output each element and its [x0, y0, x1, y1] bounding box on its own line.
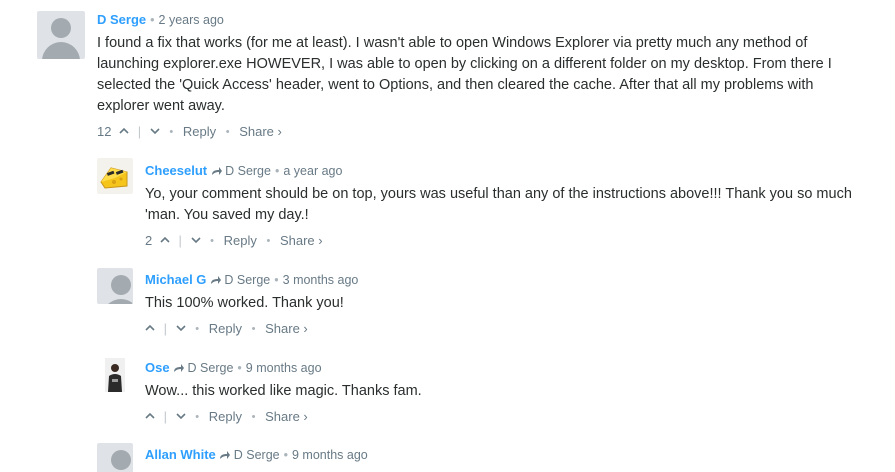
vote-divider: | — [178, 232, 182, 248]
reply-button[interactable]: Reply — [183, 123, 216, 141]
vote-divider: | — [163, 320, 168, 336]
comment-footer: | • Reply • Share › — [145, 407, 857, 425]
comment-footer: | • Reply • Share › — [145, 319, 857, 337]
timestamp[interactable]: 2 years ago — [159, 13, 224, 27]
separator-dot: • — [251, 410, 256, 423]
chevron-down-icon[interactable] — [150, 123, 160, 141]
reply-arrow-icon — [211, 164, 222, 178]
share-button[interactable]: Share › — [265, 320, 308, 338]
comment-header: Michael G D Serge • 3 months ago — [145, 272, 857, 288]
timestamp[interactable]: a year ago — [283, 164, 342, 178]
comment-text: Wow... this worked like magic. Thanks fa… — [145, 383, 422, 399]
avatar[interactable] — [37, 11, 85, 59]
timestamp[interactable]: 9 months ago — [292, 448, 368, 462]
separator-dot: • — [169, 125, 174, 138]
timestamp[interactable]: 9 months ago — [246, 361, 322, 375]
separator-dot: • — [274, 164, 280, 178]
author-link[interactable]: Allan White — [145, 447, 216, 462]
share-button[interactable]: Share › — [265, 408, 308, 426]
author-link[interactable]: Cheeselut — [145, 163, 207, 178]
chevron-up-icon[interactable] — [119, 123, 129, 141]
reply-button[interactable]: Reply — [209, 320, 242, 338]
reply-to-user[interactable]: D Serge — [224, 273, 270, 287]
reply-arrow-icon — [210, 273, 221, 287]
cheese-avatar-icon — [100, 167, 128, 189]
reply-button[interactable]: Reply — [209, 408, 242, 426]
comment-header: D Serge • 2 years ago — [97, 12, 857, 28]
separator-dot: • — [210, 234, 214, 247]
user-photo-icon — [105, 358, 125, 392]
reply-button[interactable]: Reply — [224, 232, 257, 250]
separator-dot: • — [237, 361, 242, 375]
comment-header: Allan White D Serge • 9 months ago — [145, 447, 857, 463]
reply-arrow-icon — [173, 361, 185, 375]
avatar[interactable] — [97, 158, 133, 194]
chevron-down-icon[interactable] — [176, 320, 186, 338]
comment-header: Ose D Serge • 9 months ago — [145, 360, 857, 376]
avatar[interactable] — [97, 443, 133, 472]
chevron-up-icon[interactable] — [160, 232, 170, 250]
separator-dot: • — [266, 234, 271, 247]
chevron-up-icon[interactable] — [145, 408, 155, 426]
chevron-down-icon[interactable] — [190, 232, 201, 250]
separator-dot: • — [274, 273, 279, 287]
separator-dot: • — [225, 125, 230, 138]
separator-dot: • — [195, 410, 200, 423]
comment-footer: 2 | • Reply • Share › — [145, 231, 857, 249]
share-button[interactable]: Share › — [239, 123, 282, 141]
author-link[interactable]: Michael G — [145, 272, 206, 287]
share-button[interactable]: Share › — [280, 232, 323, 250]
avatar[interactable] — [97, 356, 133, 392]
timestamp[interactable]: 3 months ago — [283, 273, 359, 287]
avatar[interactable] — [97, 268, 133, 304]
vote-divider: | — [137, 123, 142, 139]
reply-to-user[interactable]: D Serge — [234, 448, 280, 462]
upvote-count: 12 — [97, 123, 112, 139]
reply-to-user[interactable]: D Serge — [188, 361, 234, 375]
chevron-up-icon[interactable] — [145, 320, 155, 338]
comment-text: I found a fix that works (for me at leas… — [97, 35, 832, 114]
comment-footer: 12 | • Reply • Share › — [97, 122, 857, 140]
separator-dot: • — [195, 322, 200, 335]
upvote-count: 2 — [145, 232, 153, 248]
comment-text: This 100% worked. Thank you! — [145, 295, 344, 311]
reply-arrow-icon — [219, 448, 231, 462]
comment-header: Cheeselut D Serge • a year ago — [145, 163, 857, 179]
reply-to-user[interactable]: D Serge — [225, 164, 271, 178]
separator-dot: • — [150, 13, 155, 27]
separator-dot: • — [251, 322, 256, 335]
separator-dot: • — [283, 448, 288, 462]
author-link[interactable]: D Serge — [97, 12, 146, 27]
comment-text: Yo, your comment should be on top, yours… — [145, 186, 852, 223]
author-link[interactable]: Ose — [145, 360, 170, 375]
chevron-down-icon[interactable] — [176, 408, 186, 426]
vote-divider: | — [163, 408, 168, 424]
